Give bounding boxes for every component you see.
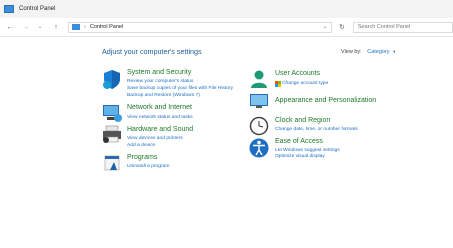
- link-devices-printers[interactable]: View devices and printers: [127, 136, 183, 141]
- view-by: View by: Category ▾: [341, 49, 395, 55]
- shield-icon[interactable]: [101, 68, 123, 90]
- appearance-icon[interactable]: [249, 93, 269, 109]
- search-placeholder: Search Control Panel: [357, 24, 411, 30]
- back-arrow-icon: ←: [6, 23, 14, 31]
- search-input[interactable]: Search Control Panel: [352, 21, 453, 33]
- printer-icon[interactable]: [101, 124, 123, 144]
- title-bar: Control Panel: [0, 0, 453, 18]
- category-network-internet[interactable]: Network and Internet: [127, 104, 192, 111]
- link-review-status[interactable]: Review your computer's status: [127, 79, 193, 84]
- category-ease-of-access[interactable]: Ease of Access: [275, 138, 323, 145]
- up-button[interactable]: ↑: [50, 21, 62, 33]
- chevron-down-icon[interactable]: ▾: [393, 49, 395, 54]
- control-panel-icon: [4, 5, 14, 13]
- link-change-account-type[interactable]: Change account type: [282, 81, 328, 86]
- view-by-dropdown[interactable]: Category: [367, 49, 389, 55]
- user-accounts-icon[interactable]: [249, 69, 269, 89]
- link-file-history[interactable]: Save backup copies of your files with Fi…: [127, 86, 233, 91]
- control-panel-location-icon: [72, 24, 80, 30]
- category-clock-region[interactable]: Clock and Region: [275, 117, 330, 124]
- link-optimize-display[interactable]: Optimize visual display: [275, 154, 325, 159]
- link-network-status[interactable]: View network status and tasks: [127, 115, 193, 120]
- breadcrumb-separator-icon: ›: [84, 24, 86, 30]
- breadcrumb-control-panel[interactable]: Control Panel: [90, 24, 123, 30]
- link-backup-restore[interactable]: Backup and Restore (Windows 7): [127, 93, 200, 98]
- navigation-bar: ← → ⌄ ↑ › Control Panel ⌄ ↻ Search Contr…: [0, 18, 453, 37]
- forward-button[interactable]: →: [20, 21, 32, 33]
- category-programs[interactable]: Programs: [127, 154, 157, 161]
- category-hardware-sound[interactable]: Hardware and Sound: [127, 126, 193, 133]
- address-bar[interactable]: › Control Panel ⌄: [68, 21, 332, 33]
- link-add-device[interactable]: Add a device: [127, 143, 155, 148]
- forward-arrow-icon: →: [22, 23, 30, 31]
- category-appearance[interactable]: Appearance and Personalization: [275, 97, 376, 104]
- address-dropdown-icon[interactable]: ⌄: [323, 24, 331, 30]
- programs-icon[interactable]: [102, 153, 122, 173]
- refresh-icon[interactable]: ↻: [339, 23, 345, 31]
- clock-icon[interactable]: [249, 116, 269, 136]
- up-arrow-icon: ↑: [54, 23, 58, 31]
- chevron-down-icon: ⌄: [37, 24, 43, 30]
- link-date-time-formats[interactable]: Change date, time, or number formats: [275, 127, 358, 132]
- category-system-security[interactable]: System and Security: [127, 69, 191, 76]
- category-user-accounts[interactable]: User Accounts: [275, 70, 320, 77]
- admin-shield-icon: [275, 81, 281, 87]
- link-suggest-settings[interactable]: Let Windows suggest settings: [275, 148, 340, 153]
- link-uninstall-program[interactable]: Uninstall a program: [127, 164, 169, 169]
- view-by-label: View by:: [341, 49, 362, 55]
- window-title: Control Panel: [19, 6, 56, 12]
- recent-locations-button[interactable]: ⌄: [34, 21, 46, 33]
- page-heading: Adjust your computer's settings: [102, 47, 202, 56]
- network-icon[interactable]: [101, 103, 123, 123]
- back-button[interactable]: ←: [4, 21, 16, 33]
- ease-of-access-icon[interactable]: [249, 137, 269, 159]
